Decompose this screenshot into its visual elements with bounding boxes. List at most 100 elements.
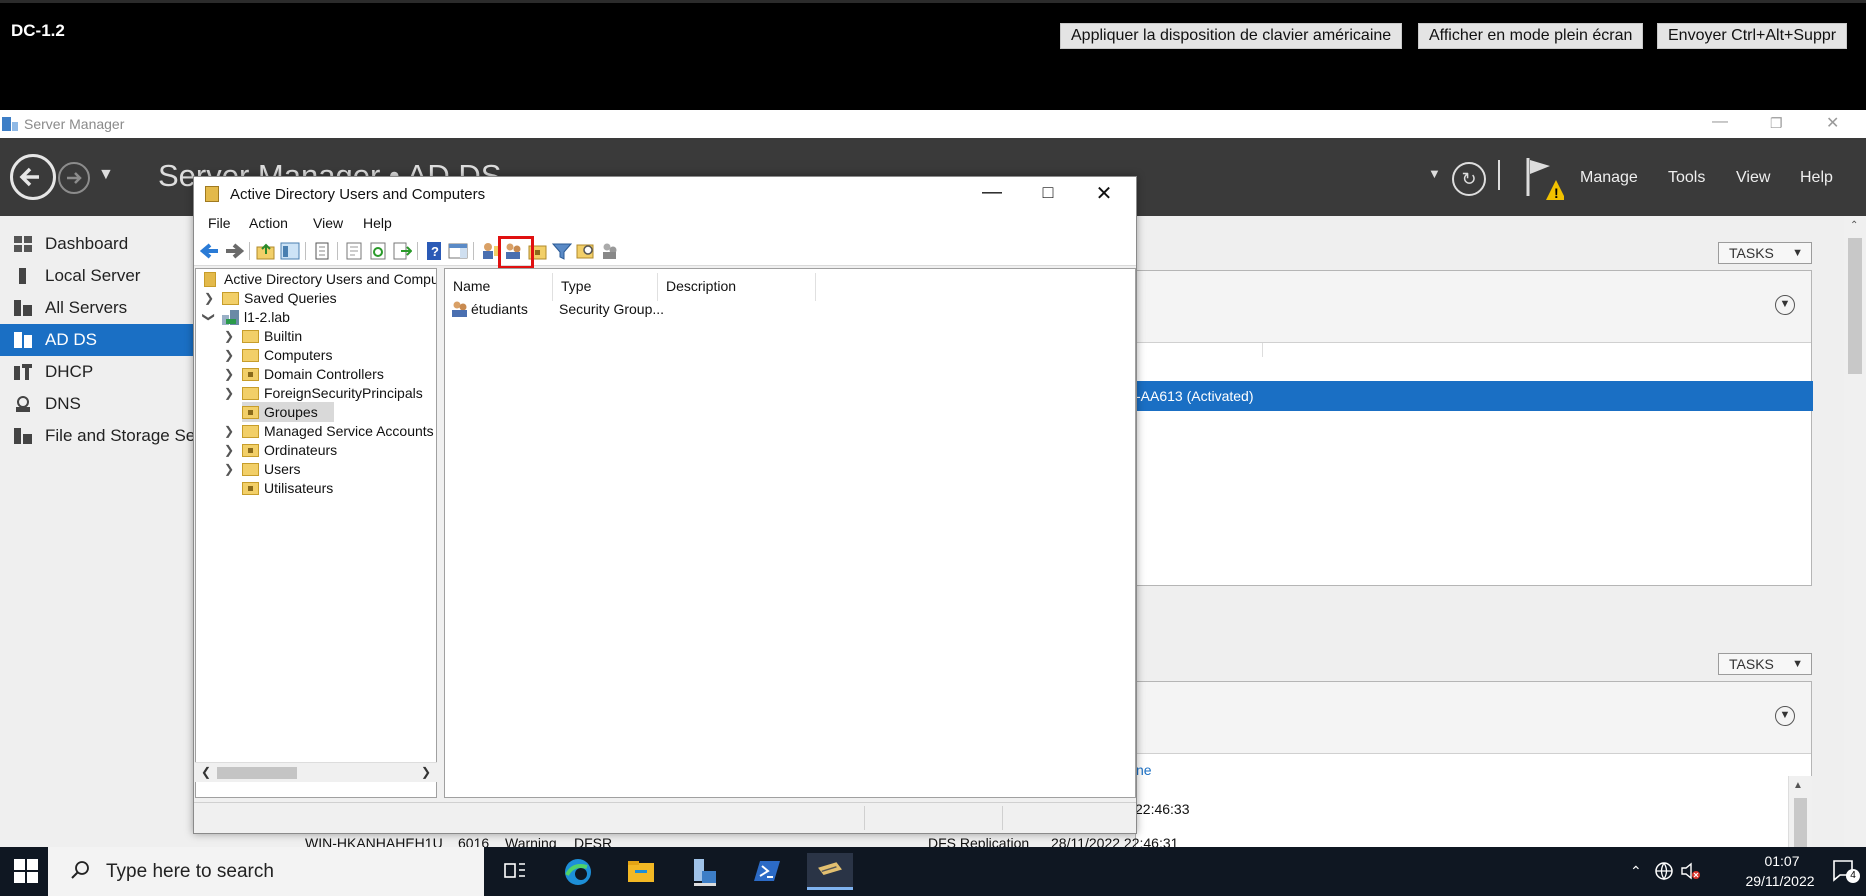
filter-icon[interactable] bbox=[552, 242, 572, 260]
nav-local-server[interactable]: Local Server bbox=[0, 260, 195, 292]
filter-link[interactable]: ne bbox=[1136, 762, 1152, 778]
us-keyboard-button[interactable]: Appliquer la disposition de clavier amér… bbox=[1060, 23, 1403, 49]
events-scrollbar[interactable]: ▲ bbox=[1788, 776, 1812, 847]
collapse-chevron-icon[interactable]: ❯ bbox=[199, 312, 219, 322]
collapse-chevron-icon[interactable]: ▼ bbox=[1775, 295, 1795, 315]
file-explorer-icon[interactable] bbox=[618, 853, 664, 890]
scroll-left-icon[interactable]: ❮ bbox=[201, 765, 211, 779]
show-tree-icon[interactable] bbox=[280, 242, 300, 260]
tasks-button-top[interactable]: TASKS ▼ bbox=[1718, 242, 1812, 264]
column-header-description[interactable]: Description bbox=[658, 273, 816, 301]
aduc-maximize-button[interactable]: □ bbox=[1025, 182, 1071, 203]
sm-minimize-button[interactable]: — bbox=[1712, 113, 1728, 131]
refresh-icon[interactable] bbox=[368, 242, 388, 260]
menu-view[interactable]: View bbox=[1736, 169, 1770, 187]
sm-close-button[interactable]: ✕ bbox=[1826, 113, 1839, 133]
nav-dashboard[interactable]: Dashboard bbox=[0, 228, 195, 260]
forward-button[interactable] bbox=[58, 162, 90, 194]
menu-action[interactable]: Action bbox=[249, 215, 288, 231]
volume-muted-icon[interactable] bbox=[1680, 861, 1702, 881]
clock-date[interactable]: 29/11/2022 bbox=[1738, 873, 1822, 889]
tree-label: ForeignSecurityPrincipals bbox=[264, 385, 423, 401]
nav-dns[interactable]: DNS bbox=[0, 388, 195, 420]
export-list-icon[interactable] bbox=[392, 242, 412, 260]
up-folder-icon[interactable] bbox=[256, 242, 276, 260]
column-header-type[interactable]: Type bbox=[553, 273, 658, 301]
menu-file[interactable]: File bbox=[208, 215, 231, 231]
back-button[interactable] bbox=[10, 154, 56, 200]
menu-help[interactable]: Help bbox=[1800, 169, 1833, 187]
scroll-up-icon[interactable]: ⌃ bbox=[1850, 220, 1858, 231]
tree-label: Utilisateurs bbox=[264, 480, 334, 496]
expand-chevron-icon[interactable]: ❯ bbox=[224, 459, 234, 479]
help-icon[interactable]: ? bbox=[424, 242, 444, 260]
find-icon[interactable] bbox=[576, 242, 596, 260]
menu-tools[interactable]: Tools bbox=[1668, 169, 1705, 187]
nav-dhcp[interactable]: DHCP bbox=[0, 356, 195, 388]
fullscreen-button[interactable]: Afficher en mode plein écran bbox=[1418, 23, 1644, 49]
expand-chevron-icon[interactable]: ❯ bbox=[224, 345, 234, 365]
expand-chevron-icon[interactable]: ❯ bbox=[224, 383, 234, 403]
nav-label: DHCP bbox=[45, 362, 94, 381]
tree-groupes[interactable]: Groupes bbox=[242, 402, 334, 422]
delete-icon[interactable] bbox=[312, 242, 332, 260]
tree-scroll-thumb[interactable] bbox=[217, 767, 297, 779]
sm-vertical-scrollbar[interactable]: ⌃ bbox=[1844, 216, 1866, 847]
task-view-icon[interactable] bbox=[492, 853, 538, 890]
forward-icon[interactable] bbox=[224, 242, 244, 260]
security-group-icon bbox=[452, 301, 467, 317]
edge-browser-icon[interactable] bbox=[555, 853, 601, 890]
aduc-minimize-button[interactable]: — bbox=[969, 181, 1015, 204]
windows-logo-icon bbox=[14, 859, 25, 870]
show-hidden-icons-icon[interactable]: ⌃ bbox=[1630, 863, 1642, 880]
add-to-group-icon[interactable] bbox=[600, 242, 620, 260]
notification-count-badge: 4 bbox=[1846, 869, 1860, 883]
taskbar-search-box[interactable]: Type here to search bbox=[48, 847, 484, 896]
menu-view[interactable]: View bbox=[313, 215, 343, 231]
properties-icon[interactable] bbox=[344, 242, 364, 260]
server-manager-taskbar-icon[interactable] bbox=[681, 853, 727, 890]
windows-logo-part bbox=[14, 872, 25, 883]
sm-scroll-thumb[interactable] bbox=[1848, 238, 1862, 374]
expand-chevron-icon[interactable]: ❯ bbox=[204, 288, 214, 308]
events-scroll-thumb[interactable] bbox=[1794, 798, 1807, 847]
column-header-name[interactable]: Name bbox=[445, 273, 553, 301]
new-user-icon[interactable] bbox=[480, 242, 500, 260]
event-log: DFS Replication bbox=[928, 835, 1030, 847]
tasks-button-bottom[interactable]: TASKS ▼ bbox=[1718, 653, 1812, 675]
aduc-close-button[interactable]: ✕ bbox=[1081, 181, 1127, 206]
scroll-right-icon[interactable]: ❯ bbox=[421, 765, 431, 779]
show-action-pane-icon[interactable] bbox=[448, 242, 468, 260]
expand-chevron-icon[interactable]: ❯ bbox=[224, 421, 234, 441]
selected-server-row[interactable]: -AA613 (Activated) bbox=[1136, 381, 1813, 411]
powershell-icon[interactable] bbox=[744, 853, 790, 890]
notifications-flag-icon[interactable]: ! bbox=[1524, 156, 1564, 202]
nav-ad-ds[interactable]: AD DS bbox=[0, 324, 195, 356]
scroll-up-icon[interactable]: ▲ bbox=[1793, 780, 1803, 791]
nav-file-storage[interactable]: File and Storage Services bbox=[0, 420, 195, 452]
menu-help[interactable]: Help bbox=[363, 215, 392, 231]
expand-chevron-icon[interactable]: ❯ bbox=[224, 326, 234, 346]
action-center-button[interactable]: 4 bbox=[1832, 859, 1860, 883]
clock-time[interactable]: 01:07 bbox=[1746, 853, 1818, 869]
collapse-chevron-icon[interactable]: ▼ bbox=[1775, 706, 1795, 726]
folder-icon bbox=[242, 463, 259, 476]
aduc-taskbar-icon[interactable] bbox=[807, 853, 853, 890]
send-ctrl-alt-del-button[interactable]: Envoyer Ctrl+Alt+Suppr bbox=[1657, 23, 1848, 49]
tree-label: l1-2.lab bbox=[244, 309, 290, 325]
nav-all-servers[interactable]: All Servers bbox=[0, 292, 195, 324]
sm-restore-button[interactable]: ❐ bbox=[1770, 115, 1783, 132]
expand-chevron-icon[interactable]: ❯ bbox=[224, 440, 234, 460]
back-icon[interactable] bbox=[200, 242, 220, 260]
refresh-icon[interactable]: ↻ bbox=[1452, 162, 1486, 196]
expand-chevron-icon[interactable]: ❯ bbox=[224, 364, 234, 384]
aduc-titlebar: Active Directory Users and Computers — □… bbox=[194, 177, 1136, 211]
row-type: Security Group... bbox=[559, 301, 665, 317]
event-row-time: 22:46:33 bbox=[1135, 801, 1190, 817]
menu-manage[interactable]: Manage bbox=[1580, 169, 1638, 187]
history-dropdown-icon[interactable]: ▼ bbox=[98, 166, 114, 184]
start-button[interactable] bbox=[14, 859, 38, 883]
tree-horizontal-scrollbar[interactable]: ❮ ❯ bbox=[195, 762, 437, 782]
refresh-dropdown-icon[interactable]: ▼ bbox=[1428, 166, 1441, 181]
network-globe-icon[interactable] bbox=[1654, 861, 1674, 881]
